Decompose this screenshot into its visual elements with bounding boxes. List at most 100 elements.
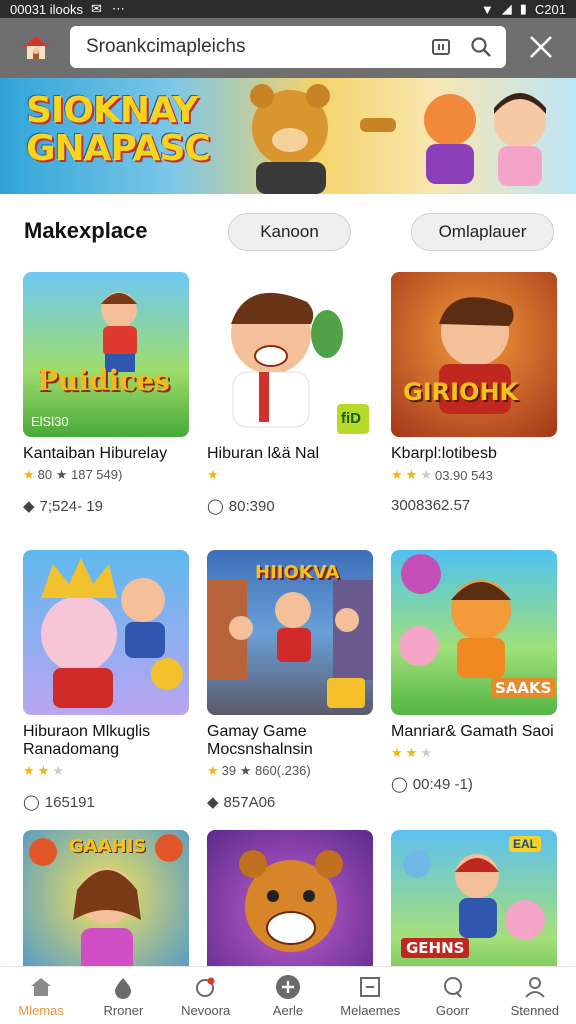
game-card[interactable]: HIIOKVA Gamay Game Mocsnshalnsin ★ 39 ★ 8…	[207, 550, 373, 811]
card-count-text: 3008362.57	[391, 497, 471, 514]
diamond-icon: ◆	[23, 498, 35, 515]
cartoon-boy-illustration	[439, 297, 514, 414]
user-icon	[521, 973, 549, 1001]
nav-label: Rroner	[103, 1003, 144, 1018]
nav-item-goorr[interactable]: Goorr	[411, 967, 493, 1024]
card-downloads: ◯ 00:49 -1)	[391, 775, 557, 794]
game-card[interactable]: GIRIOHK Kbarpl:lotibesb ★ ★ ★ 03.90 543 300…	[391, 272, 557, 514]
close-icon	[530, 36, 552, 58]
game-card[interactable]: Hiburaon Mlkuglis Ranadomang ★ ★ ★ ◯ 165191	[23, 550, 189, 811]
cartoon-king-illustration	[41, 558, 183, 708]
thumb-title-text: GIRIOHK	[403, 378, 519, 406]
card-rating: ★ ★ ★ 03.90 543	[391, 467, 557, 483]
card-meta-text: 03.90 543	[434, 467, 493, 483]
cartoon-boy-illustration	[101, 292, 137, 372]
game-card[interactable]: fiD Hiburan l&ä Nal ★ ◯ 80:390	[207, 272, 373, 515]
game-thumbnail[interactable]: GIRIOHK	[391, 272, 557, 437]
star-icon: ★	[23, 763, 35, 778]
nav-label: Nevoora	[181, 1003, 231, 1018]
card-rating: ★ 80 ★ 187 549)	[23, 467, 189, 483]
dots-icon: ⋯	[111, 1, 125, 16]
nav-item-profile[interactable]: Stenned	[494, 967, 576, 1024]
nav-item-home[interactable]: Mlemas	[0, 967, 82, 1024]
card-title: Kantaiban Hiburelay	[23, 445, 168, 462]
card-title: Hiburan l&ä Nal	[207, 445, 320, 462]
star-empty-icon: ★	[52, 763, 64, 778]
thumb-title-text: SAAKS	[491, 678, 556, 698]
card-title: Kbarpl:lotibesb	[391, 445, 497, 462]
card-title: Manriar& Gamath Saoi	[391, 723, 554, 740]
wifi-icon: ▼	[480, 1, 494, 17]
section-header: Makexplace Kanoon Omlaplauer	[0, 194, 576, 270]
filter-chip-2[interactable]: Omlaplauer	[411, 213, 554, 251]
diamond-icon: ◆	[207, 794, 219, 811]
clock-icon: ◯	[207, 498, 224, 515]
promo-banner[interactable]: SIOKNAY GNAPASC	[0, 78, 576, 194]
thumb-title-text: Puidices	[37, 364, 170, 397]
banner-logo: SIOKNAY GNAPASC	[26, 90, 211, 168]
game-card[interactable]: Puidices ElSl30 Kantaiban Hiburelay ★ 80 …	[23, 272, 189, 515]
nav-label: Melaemes	[340, 1003, 401, 1018]
star-empty-icon: ★	[420, 745, 432, 760]
game-thumbnail[interactable]: fiD	[207, 272, 373, 437]
nav-label: Goorr	[435, 1003, 470, 1018]
card-meta-text: 39 ★ 860(.236)	[221, 763, 311, 778]
search-bar[interactable]	[70, 26, 506, 68]
card-count-text: 7;524- 19	[39, 497, 103, 515]
search-icon	[439, 973, 467, 1001]
card-downloads: ◆ 857A06	[207, 793, 373, 812]
top-bar	[0, 18, 576, 78]
drop-icon	[109, 973, 137, 1001]
search-input[interactable]	[86, 36, 414, 58]
card-rating: ★ ★ ★	[391, 745, 557, 761]
clock-icon: ◯	[23, 794, 40, 811]
card-rating: ★ ★ ★	[23, 763, 189, 779]
card-count-text: 165191	[44, 793, 95, 811]
status-left-text: 00031 ilooks	[10, 1, 83, 17]
game-thumbnail[interactable]: HIIOKVA	[207, 550, 373, 715]
search-icon[interactable]	[468, 34, 494, 60]
nav-item-melaemes[interactable]: Melaemes	[329, 967, 411, 1024]
card-count-text: 00:49 -1)	[412, 775, 473, 793]
card-downloads: ◆ 7;524- 19	[23, 497, 189, 516]
status-time: C201	[534, 1, 566, 17]
game-thumbnail[interactable]: SAAKS	[391, 550, 557, 715]
star-icon: ★	[207, 763, 219, 778]
thumb-title-text: HIIOKVA	[255, 562, 340, 583]
star-icon: ★	[37, 763, 50, 778]
home-button[interactable]	[14, 26, 58, 70]
filter-chip-1[interactable]: Kanoon	[228, 213, 351, 251]
star-icon: ★	[391, 745, 403, 760]
nav-item-nevoora[interactable]: Nevoora	[165, 967, 247, 1024]
thumb-corner-text: fiD	[341, 410, 361, 427]
card-downloads: ◯ 80:390	[207, 497, 373, 516]
star-icon: ★	[23, 467, 35, 482]
game-thumbnail[interactable]: Puidices ElSl30	[23, 272, 189, 437]
star-icon: ★	[391, 467, 403, 482]
card-downloads: 3008362.57	[391, 497, 557, 514]
close-button[interactable]	[524, 30, 558, 64]
card-count-text: 857A06	[223, 793, 276, 811]
bookmark-icon[interactable]	[428, 34, 454, 60]
game-thumbnail[interactable]	[23, 550, 189, 715]
card-meta-text: 80 ★ 187 549)	[37, 467, 123, 482]
thumb-corner-text: EAL	[509, 836, 541, 852]
section-title: Makexplace	[24, 218, 148, 243]
star-icon: ★	[405, 467, 418, 482]
thumb-title-text: GAAHIS	[69, 836, 147, 857]
card-title: Hiburaon Mlkuglis Ranadomang	[23, 723, 151, 758]
star-icon: ★	[207, 467, 219, 482]
banner-title-line1: SIOKNAY	[26, 90, 198, 131]
star-empty-icon: ★	[420, 467, 432, 482]
nav-label: Mlemas	[18, 1003, 64, 1018]
card-downloads: ◯ 165191	[23, 793, 189, 812]
thumb-corner-text: ElSl30	[31, 414, 69, 429]
clock-icon: ◯	[391, 776, 408, 793]
signal-icon: ◢	[501, 1, 512, 16]
nav-item-rroner[interactable]: Rroner	[82, 967, 164, 1024]
card-title: Gamay Game Mocsnshalnsin	[207, 723, 313, 758]
game-card[interactable]: SAAKS Manriar& Gamath Saoi ★ ★ ★ ◯ 00:49 -1…	[391, 550, 557, 793]
mail-icon: ✉	[91, 1, 102, 16]
nav-item-aerle[interactable]: Aerle	[247, 967, 329, 1024]
thumb-title-text: GEHNS	[401, 938, 470, 958]
